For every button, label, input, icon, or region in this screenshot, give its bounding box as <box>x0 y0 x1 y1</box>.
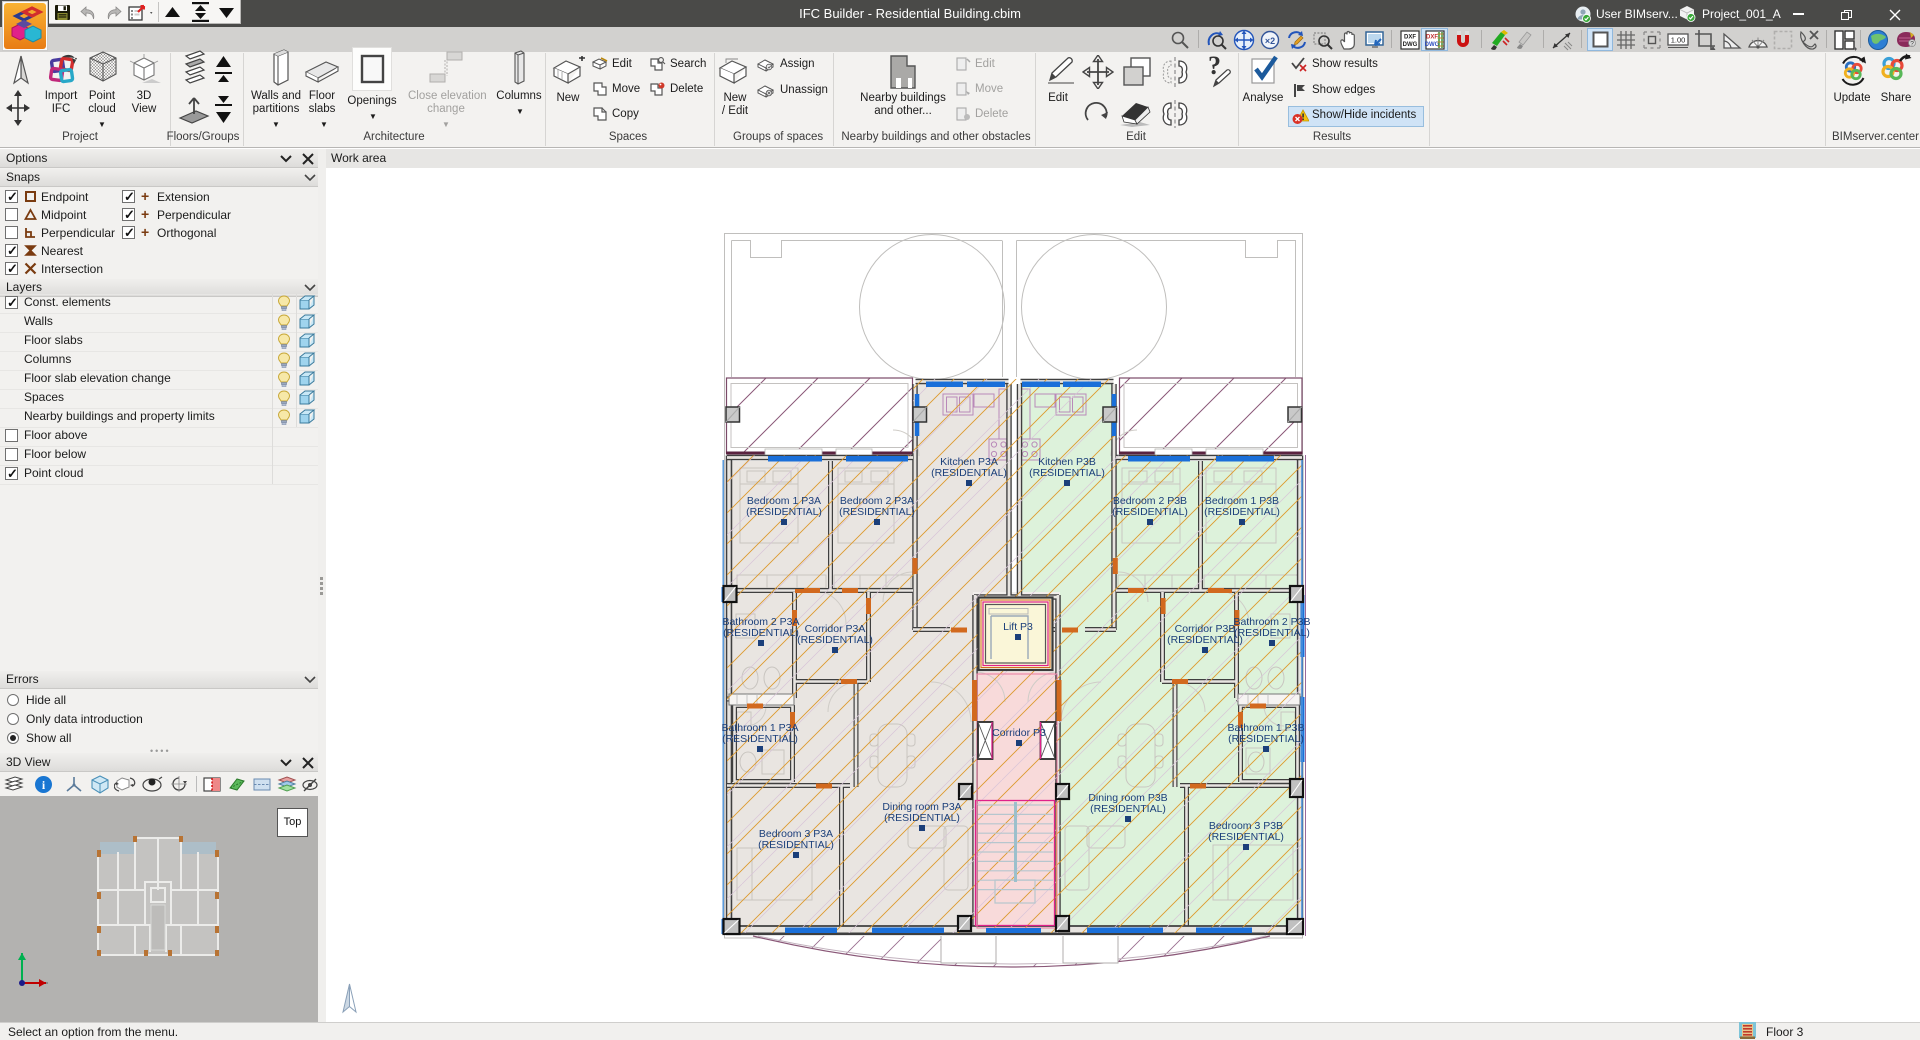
svg-text:(RESIDENTIAL): (RESIDENTIAL) <box>931 467 1007 479</box>
svg-text:(RESIDENTIAL): (RESIDENTIAL) <box>1204 506 1280 518</box>
svg-text:(RESIDENTIAL): (RESIDENTIAL) <box>1029 467 1105 479</box>
svg-text:(RESIDENTIAL): (RESIDENTIAL) <box>1167 634 1243 646</box>
svg-text:1.00: 1.00 <box>1671 36 1686 45</box>
svg-text:(RESIDENTIAL): (RESIDENTIAL) <box>758 839 834 851</box>
svg-text:?: ? <box>1208 52 1221 80</box>
svg-text:(RESIDENTIAL): (RESIDENTIAL) <box>746 506 822 518</box>
svg-text:(RESIDENTIAL): (RESIDENTIAL) <box>884 812 960 824</box>
svg-text:(RESIDENTIAL): (RESIDENTIAL) <box>723 627 799 639</box>
svg-text:DWG: DWG <box>1403 42 1418 48</box>
svg-text:?: ? <box>1910 41 1914 48</box>
svg-text:Corridor P3: Corridor P3 <box>992 727 1046 739</box>
svg-text:(RESIDENTIAL): (RESIDENTIAL) <box>797 634 873 646</box>
svg-text:(RESIDENTIAL): (RESIDENTIAL) <box>839 506 915 518</box>
svg-text:(RESIDENTIAL): (RESIDENTIAL) <box>1112 506 1188 518</box>
svg-text:(RESIDENTIAL): (RESIDENTIAL) <box>1228 733 1304 745</box>
svg-text:(RESIDENTIAL): (RESIDENTIAL) <box>1090 803 1166 815</box>
svg-text:×2: ×2 <box>1265 36 1275 46</box>
svg-text:DXF: DXF <box>1404 35 1416 41</box>
svg-text:Lift P3: Lift P3 <box>1003 621 1033 633</box>
svg-text:(RESIDENTIAL): (RESIDENTIAL) <box>1208 831 1284 843</box>
svg-text:DXF: DXF <box>1426 35 1438 41</box>
svg-text:(RESIDENTIAL): (RESIDENTIAL) <box>722 733 798 745</box>
svg-text:DWG: DWG <box>1425 42 1440 48</box>
svg-text:(RESIDENTIAL): (RESIDENTIAL) <box>1234 627 1310 639</box>
